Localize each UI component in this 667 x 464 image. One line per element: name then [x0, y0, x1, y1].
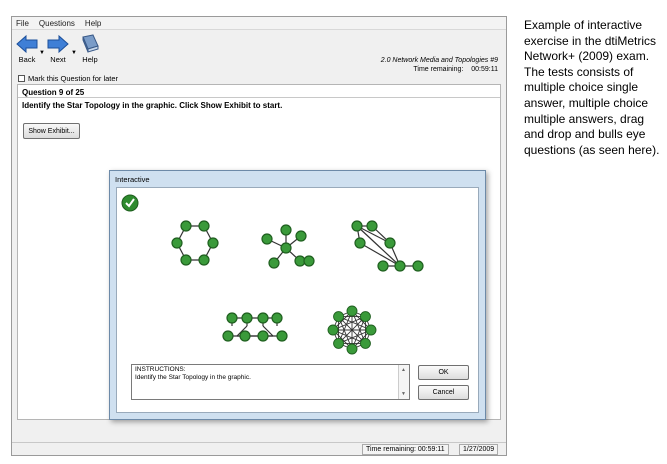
mark-label: Mark this Question for later [28, 74, 119, 83]
mesh-node [346, 343, 358, 355]
help-button[interactable]: Help [75, 34, 105, 64]
question-text: Identify the Star Topology in the graphi… [22, 101, 283, 110]
menu-file[interactable]: File [16, 19, 29, 28]
ok-button[interactable]: OK [418, 365, 469, 380]
mesh-node [359, 337, 371, 349]
time-remaining-value: 00:59:11 [471, 66, 498, 73]
mark-checkbox[interactable] [18, 75, 25, 82]
mesh-node [333, 337, 345, 349]
next-label: Next [50, 55, 66, 64]
check-icon [121, 194, 139, 212]
cancel-button[interactable]: Cancel [418, 385, 469, 400]
status-time: Time remaining: 00:59:11 [362, 444, 449, 455]
mark-for-later[interactable]: Mark this Question for later [18, 74, 118, 83]
mesh-node [365, 324, 377, 336]
tree-topology[interactable] [222, 312, 288, 342]
section-title: 2.0 Network Media and Topologies #9 [380, 57, 498, 64]
scroll-down-icon[interactable]: ▼ [401, 390, 406, 398]
exam-window: File Questions Help Back ▼ Next ▼ Help 2… [11, 16, 507, 456]
caption-text: Example of interactive exercise in the d… [524, 18, 660, 157]
back-label: Back [18, 55, 36, 64]
mesh-topology[interactable] [327, 305, 377, 355]
show-exhibit-button[interactable]: Show Exhibit... [23, 123, 80, 139]
instructions-text: Identify the Star Topology in the graphi… [135, 374, 251, 381]
scroll-up-icon[interactable]: ▲ [401, 366, 406, 374]
instructions-heading: INSTRUCTIONS: [135, 366, 186, 373]
status-date: 1/27/2009 [459, 444, 499, 455]
help-book-icon [82, 34, 99, 53]
interactive-dialog: Interactive INSTRUCTIONS: Identify the S… [109, 170, 486, 420]
mesh-node [333, 311, 345, 323]
time-remaining: Time remaining: 00:59:11 [381, 65, 498, 74]
time-remaining-label: Time remaining: [413, 66, 464, 73]
dialog-body: INSTRUCTIONS: Identify the Star Topology… [116, 187, 479, 413]
status-bar: Time remaining: 00:59:11 1/27/2009 [12, 442, 506, 455]
help-label: Help [82, 55, 98, 64]
mesh-node [327, 324, 339, 336]
question-number: Question 9 of 25 [22, 88, 85, 97]
ring-topology[interactable] [171, 220, 219, 266]
exam-info: 2.0 Network Media and Topologies #9 Time… [381, 56, 498, 74]
mesh-node [359, 311, 371, 323]
menu-help[interactable]: Help [85, 19, 101, 28]
dialog-title: Interactive [115, 175, 150, 184]
back-arrow-icon [16, 34, 38, 54]
menu-questions[interactable]: Questions [39, 19, 75, 28]
next-button[interactable]: Next [43, 34, 73, 64]
instructions-scrollbar[interactable]: ▲ ▼ [398, 365, 409, 399]
back-button[interactable]: Back [12, 34, 42, 64]
topology-graphics [121, 194, 424, 355]
instructions-box: INSTRUCTIONS: Identify the Star Topology… [131, 364, 410, 400]
star-topology[interactable] [261, 224, 315, 269]
menu-bar: File Questions Help [12, 17, 506, 30]
hybrid-topology[interactable] [351, 220, 424, 272]
divider [18, 97, 500, 98]
mesh-node [346, 305, 358, 317]
next-arrow-icon [47, 34, 69, 54]
